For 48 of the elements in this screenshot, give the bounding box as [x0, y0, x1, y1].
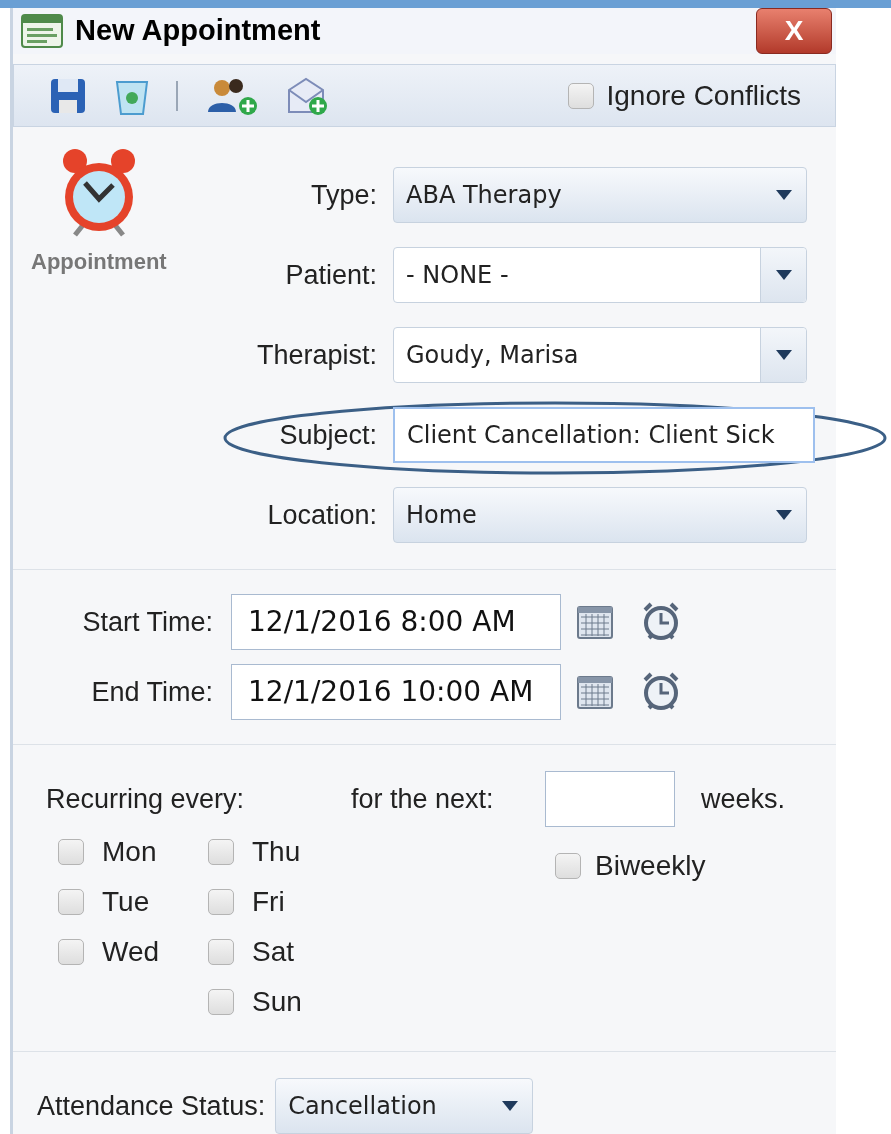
- biweekly-label: Biweekly: [595, 849, 706, 883]
- checkbox[interactable]: [208, 939, 234, 965]
- envelope-add-icon[interactable]: [286, 75, 330, 116]
- dropdown[interactable]: Home: [393, 487, 807, 543]
- dropdown-arrow-icon: [773, 269, 794, 281]
- day-label: Thu: [252, 835, 301, 869]
- field-label: Type:: [310, 178, 377, 212]
- day-label: Sun: [252, 985, 302, 1019]
- combo-box[interactable]: Goudy, Marisa: [393, 327, 807, 383]
- next-label: for the next:: [351, 782, 495, 816]
- dropdown-arrow-icon: [773, 349, 794, 361]
- dropdown[interactable]: ABA Therapy: [393, 167, 807, 223]
- attendance-dropdown[interactable]: Cancellation: [275, 1078, 534, 1134]
- checkbox[interactable]: [58, 939, 84, 965]
- day-label: Fri: [252, 885, 285, 919]
- checkbox[interactable]: [58, 839, 84, 865]
- checkbox[interactable]: [208, 889, 234, 915]
- weeks-label: weeks.: [701, 782, 786, 816]
- checkbox[interactable]: [555, 853, 581, 879]
- time-label: Start Time:: [81, 605, 214, 639]
- time-label: End Time:: [90, 675, 214, 709]
- dropdown-arrow-icon: [774, 509, 794, 521]
- appointment-label: Appointment: [31, 248, 167, 276]
- weeks-field[interactable]: [545, 771, 675, 827]
- checkbox[interactable]: [208, 989, 234, 1015]
- window-icon: [21, 14, 63, 48]
- checkbox[interactable]: [568, 82, 595, 109]
- checkbox[interactable]: [58, 889, 84, 915]
- dropdown-arrow-icon: [774, 189, 794, 201]
- field-label: Therapist:: [256, 338, 377, 372]
- combo-box[interactable]: - NONE -: [393, 247, 807, 303]
- field-label: Subject:: [279, 418, 377, 452]
- field-label: Location:: [267, 498, 377, 532]
- day-label: Tue: [102, 885, 150, 919]
- recurring-label: Recurring every:: [46, 782, 246, 816]
- date-time-field[interactable]: 12/1/2016 8:00 AM: [231, 594, 561, 650]
- day-label: Wed: [102, 935, 160, 969]
- date-time-field[interactable]: 12/1/2016 10:00 AM: [231, 664, 561, 720]
- day-label: Mon: [102, 835, 157, 869]
- window-title: New Appointment: [75, 13, 321, 49]
- day-label: Sat: [252, 935, 295, 969]
- checkbox[interactable]: [208, 839, 234, 865]
- subject-field[interactable]: Client Cancellation: Client Sick: [393, 407, 815, 463]
- attendance-label: Attendance Status:: [37, 1089, 266, 1123]
- close-button[interactable]: X: [756, 8, 832, 54]
- dropdown-arrow-icon: [500, 1100, 521, 1112]
- field-label: Patient:: [285, 258, 377, 292]
- checkbox-label: Ignore Conflicts: [606, 78, 801, 113]
